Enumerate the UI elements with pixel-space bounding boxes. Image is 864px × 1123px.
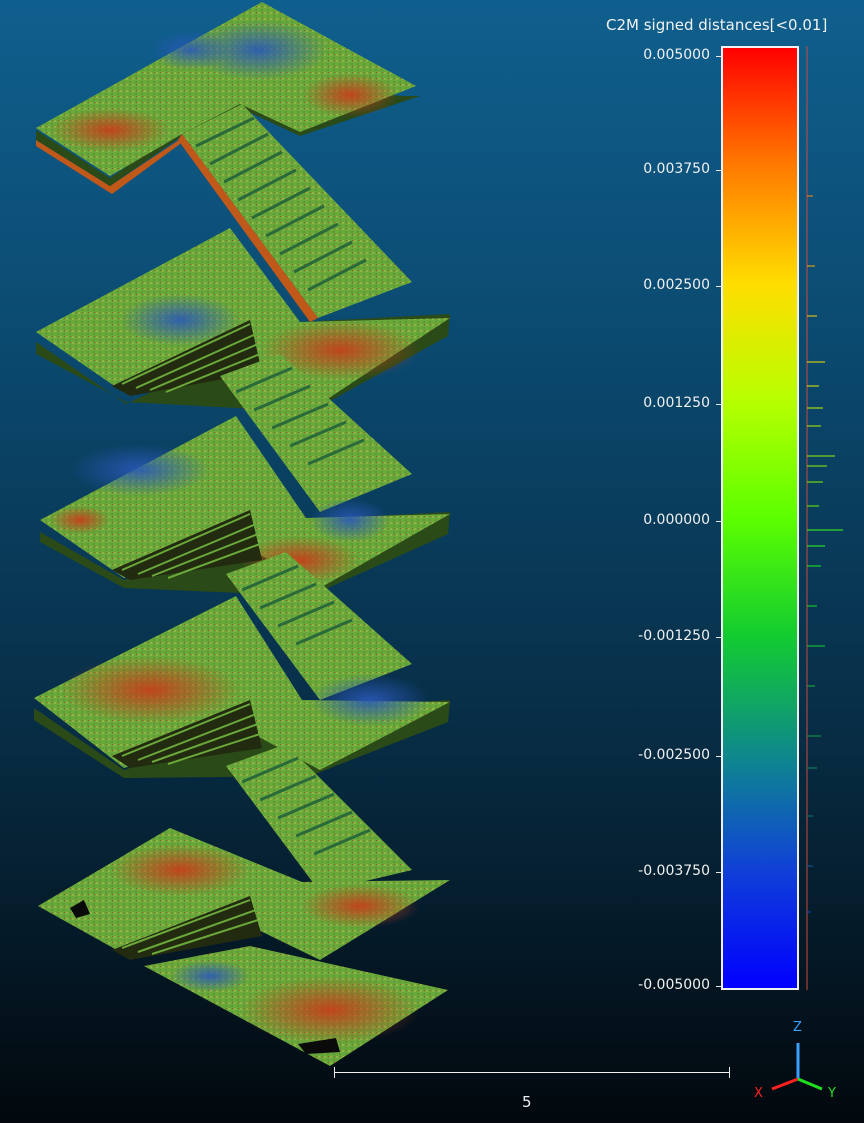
tick-label: 0.000000 (643, 512, 710, 528)
y-axis-icon (797, 1077, 823, 1091)
tick-mark (716, 986, 722, 987)
axis-gizmo[interactable]: Z X Y (750, 1015, 850, 1105)
tick-label: 0.001250 (643, 395, 710, 411)
y-axis-label: Y (827, 1086, 836, 1101)
tick-mark (716, 404, 722, 405)
tick-mark (716, 872, 722, 873)
x-axis-label: X (754, 1086, 763, 1101)
tick-mark (716, 170, 722, 171)
tick-label: 0.003750 (643, 161, 710, 177)
tick-label: -0.001250 (638, 628, 710, 644)
color-scale-bar (721, 46, 799, 990)
scale-bar-value: 5 (522, 1093, 532, 1111)
scalar-field-title: C2M signed distances[<0.01] (606, 16, 828, 34)
tick-label: 0.002500 (643, 277, 710, 293)
tick-mark (716, 521, 722, 522)
tick-mark (716, 637, 722, 638)
tick-label: -0.005000 (638, 977, 710, 993)
3d-viewport[interactable]: C2M signed distances[<0.01] 0.005000 0.0… (0, 0, 864, 1123)
tick-mark (716, 286, 722, 287)
distance-histogram (806, 46, 843, 990)
z-axis-label: Z (793, 1020, 802, 1035)
scale-bar (334, 1067, 730, 1078)
tick-mark (716, 756, 722, 757)
x-axis-icon (771, 1077, 799, 1091)
tick-label: -0.003750 (638, 863, 710, 879)
point-cloud-staircase[interactable] (0, 0, 600, 1123)
tick-label: 0.005000 (643, 47, 710, 63)
landing-4 (34, 596, 450, 778)
tick-label: -0.002500 (638, 747, 710, 763)
tick-mark (716, 56, 722, 57)
